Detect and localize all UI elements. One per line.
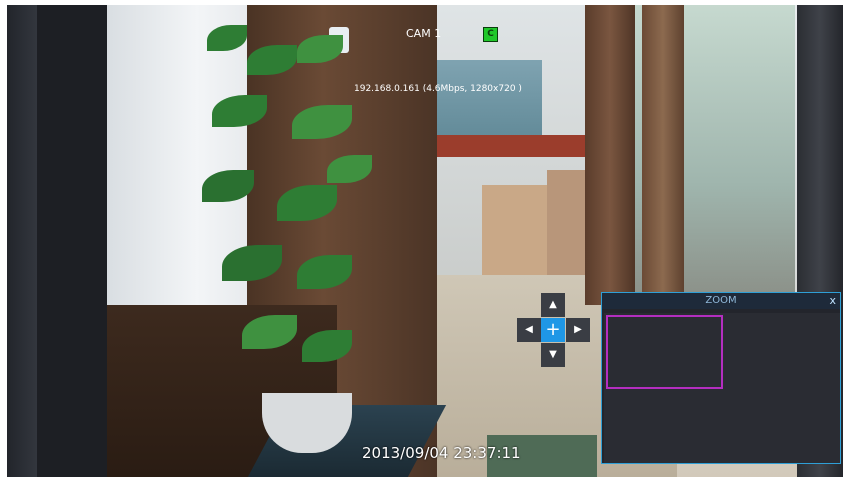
camera-viewport[interactable]: CAM 1 C 192.168.0.161 (4.6Mbps, 1280x720… [7,5,843,477]
camera-status-badge: C [483,27,498,42]
scene-left-frame [37,5,107,477]
stream-info: 192.168.0.161 (4.6Mbps, 1280x720 ) [354,84,522,94]
zoom-preview-area[interactable] [604,313,840,463]
zoom-panel-header: ZOOM x [602,293,840,309]
scene-desk [423,135,596,157]
arrow-down-icon: ▼ [549,349,557,360]
zoom-panel: ZOOM x [601,292,841,464]
plus-icon: + [545,319,561,340]
scene-glass-frame [642,5,684,305]
ptz-up-button[interactable]: ▲ [541,293,565,317]
ptz-left-button[interactable]: ◀ [517,318,541,342]
ptz-down-button[interactable]: ▼ [541,343,565,367]
ptz-right-button[interactable]: ▶ [566,318,590,342]
scene-door-frame [585,5,635,305]
ptz-center-button[interactable]: + [541,318,565,342]
arrow-right-icon: ▶ [574,324,582,335]
zoom-close-button[interactable]: x [829,293,836,309]
camera-label: CAM 1 [406,27,442,40]
arrow-up-icon: ▲ [549,299,557,310]
zoom-selection-rectangle[interactable] [606,315,723,389]
zoom-panel-title: ZOOM [705,295,737,306]
timestamp: 2013/09/04 23:37:11 [362,444,521,462]
arrow-left-icon: ◀ [525,324,533,335]
